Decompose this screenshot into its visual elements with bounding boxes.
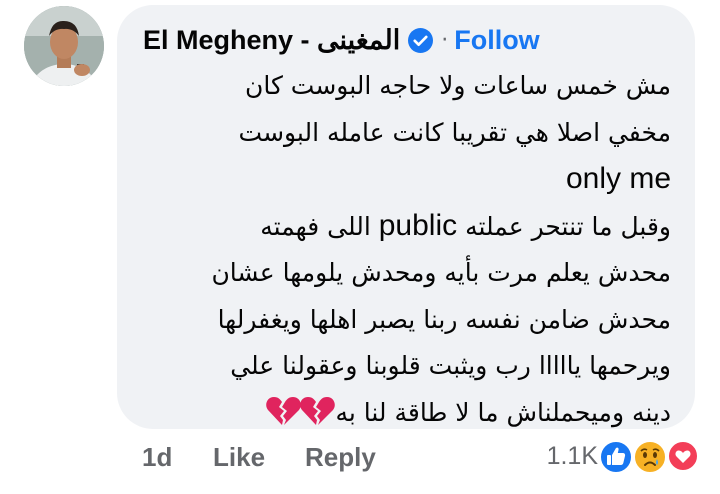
comment-line: محدش ضامن نفسه ربنا يصبر اهلها ويغفرلها [217,304,671,334]
like-reaction-icon [599,440,633,474]
like-button[interactable]: Like [213,442,265,473]
comment-line: وقبل ما تنتحر عملته public اللى فهمته [260,208,671,242]
separator-dot: · [441,27,449,53]
comment-text: مش خمس ساعات ولا حاجه البوست كان مخفي اص… [131,63,671,442]
comment-bubble: El Megheny - المغينى · Follow مش خمس ساع… [117,5,695,429]
broken-hearts [265,395,336,443]
comment-line-text: دينه وميحملناش ما لا طاقة لنا به [335,397,671,427]
verified-badge-icon [408,27,434,53]
comment-line-last: دينه وميحملناش ما لا طاقة لنا به [131,390,671,443]
avatar-photo [24,6,104,86]
broken-heart-icon [266,396,336,425]
reaction-count[interactable]: 1.1K [547,442,598,471]
comment-line: only me [565,162,671,195]
comment-container: El Megheny - المغينى · Follow مش خمس ساع… [0,0,720,494]
comment-timestamp[interactable]: 1d [142,442,172,473]
reply-button[interactable]: Reply [305,442,376,473]
reaction-icons[interactable] [599,440,699,478]
sad-reaction-icon [633,440,667,474]
author-name[interactable]: El Megheny - المغينى [143,25,400,56]
latin-word: public [378,208,458,242]
comment-line: مخفي اصلا هي تقريبا كانت عامله البوست [238,117,671,147]
love-reaction-icon [667,440,699,472]
comment-line: مش خمس ساعات ولا حاجه البوست كان [244,71,671,100]
comment-header: El Megheny - المغينى · Follow [143,23,540,57]
comment-line: ويرحمها يااااا رب ويثبت قلوبنا وعقولنا ع… [230,351,671,380]
comment-line: محدش يعلم مرت بأيه ومحدش يلومها عشان [211,258,671,287]
author-avatar[interactable] [24,6,104,86]
follow-button[interactable]: Follow [454,25,539,56]
comment-actions: 1d Like Reply 1.1K [0,438,720,482]
